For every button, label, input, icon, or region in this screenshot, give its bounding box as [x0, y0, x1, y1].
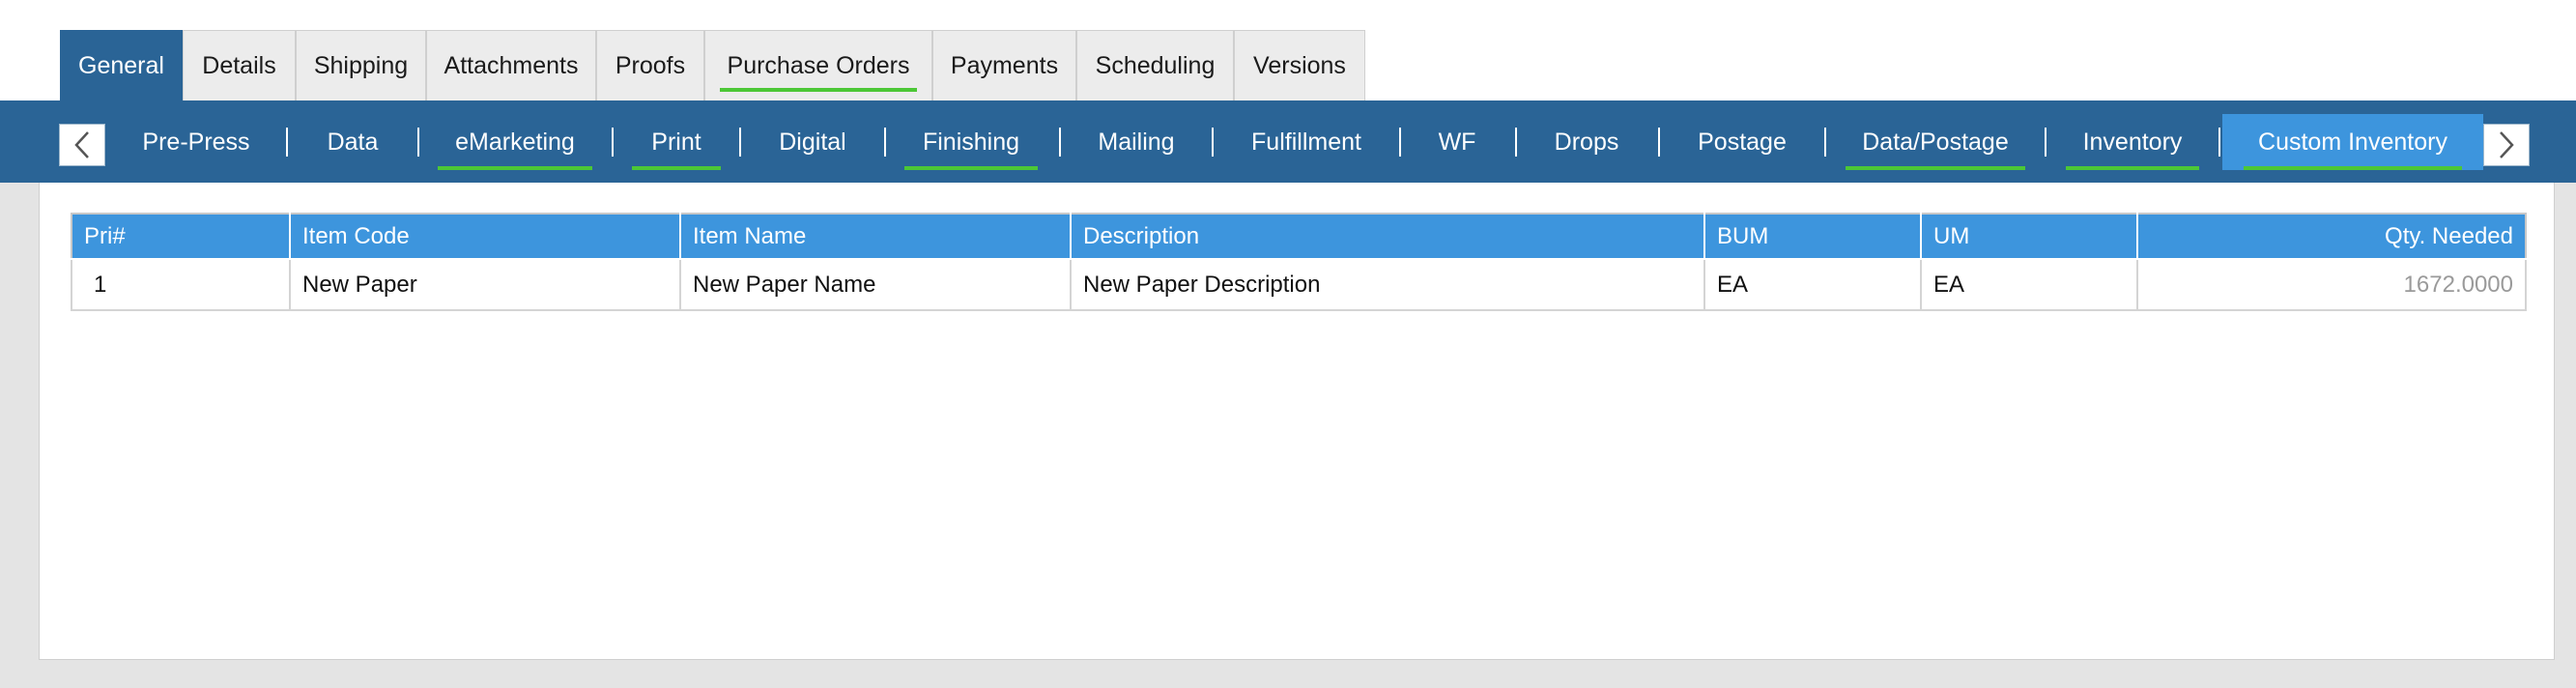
tab-label: Shipping: [313, 51, 409, 79]
column-header-um[interactable]: UM: [1920, 213, 2138, 260]
top-tab-bar: General Details Shipping Attachments Pro…: [0, 0, 2576, 100]
cell-bum[interactable]: EA: [1703, 258, 1922, 311]
subtab-postage[interactable]: Postage: [1672, 114, 1813, 170]
subtab-label: Postage: [1698, 128, 1787, 156]
active-underline: [2066, 166, 2199, 170]
separator: [2045, 128, 2046, 157]
scroll-left-button[interactable]: [59, 124, 105, 166]
tab-label: Scheduling: [1095, 51, 1216, 79]
tab-attachments[interactable]: Attachments: [426, 30, 596, 100]
content-panel: Pri# Item Code Item Name Description BUM…: [39, 183, 2555, 660]
subtab-label: eMarketing: [455, 128, 575, 156]
tab-label: Proofs: [615, 51, 686, 79]
active-underline: [438, 166, 592, 170]
separator: [1824, 128, 1826, 157]
active-underline: [904, 166, 1038, 170]
subtab-label: Data/Postage: [1862, 128, 2009, 156]
subtab-label: Custom Inventory: [2258, 128, 2447, 156]
separator: [1059, 128, 1061, 157]
tab-purchase-orders[interactable]: Purchase Orders: [704, 30, 932, 100]
subtab-print[interactable]: Print: [632, 114, 721, 170]
tab-scheduling[interactable]: Scheduling: [1076, 30, 1234, 100]
subtab-fulfillment[interactable]: Fulfillment: [1225, 114, 1388, 170]
tab-payments[interactable]: Payments: [932, 30, 1076, 100]
custom-inventory-table: Pri# Item Code Item Name Description BUM…: [71, 213, 2527, 311]
subtab-label: Print: [651, 128, 701, 156]
subtab-data-postage[interactable]: Data/Postage: [1846, 114, 2025, 170]
tab-versions[interactable]: Versions: [1234, 30, 1365, 100]
tab-label: Attachments: [444, 51, 579, 79]
scroll-right-button[interactable]: [2483, 124, 2530, 166]
cell-item-code[interactable]: New Paper: [289, 258, 681, 311]
tab-shipping[interactable]: Shipping: [296, 30, 426, 100]
cell-um[interactable]: EA: [1920, 258, 2138, 311]
separator: [2218, 128, 2220, 157]
subtab-digital[interactable]: Digital: [750, 114, 875, 170]
subtab-data[interactable]: Data: [296, 114, 410, 170]
table-header-row: Pri# Item Code Item Name Description BUM…: [71, 213, 2527, 260]
separator: [884, 128, 886, 157]
subtab-label: WF: [1438, 128, 1476, 156]
subtab-label: Data: [327, 128, 379, 156]
column-header-pri[interactable]: Pri#: [71, 213, 291, 260]
subtab-drops[interactable]: Drops: [1527, 114, 1646, 170]
subtab-wf[interactable]: WF: [1411, 114, 1503, 170]
subtab-mailing[interactable]: Mailing: [1069, 114, 1204, 170]
tab-proofs[interactable]: Proofs: [596, 30, 704, 100]
table-row[interactable]: 1 New Paper New Paper Name New Paper Des…: [71, 258, 2527, 311]
separator: [1658, 128, 1660, 157]
tab-general[interactable]: General: [60, 30, 183, 100]
separator: [1399, 128, 1401, 157]
active-underline: [1846, 166, 2025, 170]
column-header-item-code[interactable]: Item Code: [289, 213, 681, 260]
department-nav-bar: Pre-Press Data eMarketing Print Digital …: [0, 100, 2576, 183]
separator: [612, 128, 614, 157]
tab-label: General: [78, 51, 164, 79]
tab-label: Payments: [950, 51, 1059, 79]
separator: [1515, 128, 1517, 157]
column-header-item-name[interactable]: Item Name: [679, 213, 1072, 260]
column-header-qty-needed[interactable]: Qty. Needed: [2136, 213, 2527, 260]
subtab-finishing[interactable]: Finishing: [904, 114, 1038, 170]
column-header-description[interactable]: Description: [1070, 213, 1705, 260]
tab-label: Details: [202, 51, 276, 79]
cell-pri[interactable]: 1: [71, 258, 291, 311]
separator: [1212, 128, 1214, 157]
subtab-label: Inventory: [2082, 128, 2183, 156]
subtab-label: Finishing: [922, 128, 1020, 156]
subtab-emarketing[interactable]: eMarketing: [438, 114, 592, 170]
subtab-label: Digital: [779, 128, 846, 156]
separator: [417, 128, 419, 157]
cell-item-name[interactable]: New Paper Name: [679, 258, 1072, 311]
separator: [739, 128, 741, 157]
chevron-right-icon: [2500, 131, 2514, 158]
column-header-bum[interactable]: BUM: [1703, 213, 1922, 260]
active-underline: [2244, 166, 2462, 170]
subtab-inventory[interactable]: Inventory: [2066, 114, 2199, 170]
subtab-label: Drops: [1554, 128, 1619, 156]
tab-details[interactable]: Details: [183, 30, 296, 100]
cell-qty-needed[interactable]: 1672.0000: [2136, 258, 2527, 311]
subtab-pre-press[interactable]: Pre-Press: [126, 114, 267, 170]
subtab-label: Fulfillment: [1251, 128, 1361, 156]
separator: [286, 128, 288, 157]
tab-label: Purchase Orders: [719, 51, 918, 92]
subtab-label: Mailing: [1098, 128, 1175, 156]
chevron-left-icon: [74, 131, 89, 158]
subtab-custom-inventory[interactable]: Custom Inventory: [2222, 114, 2483, 170]
subtab-label: Pre-Press: [142, 128, 250, 156]
active-underline: [632, 166, 721, 170]
tab-label: Versions: [1253, 51, 1346, 79]
cell-description[interactable]: New Paper Description: [1070, 258, 1705, 311]
